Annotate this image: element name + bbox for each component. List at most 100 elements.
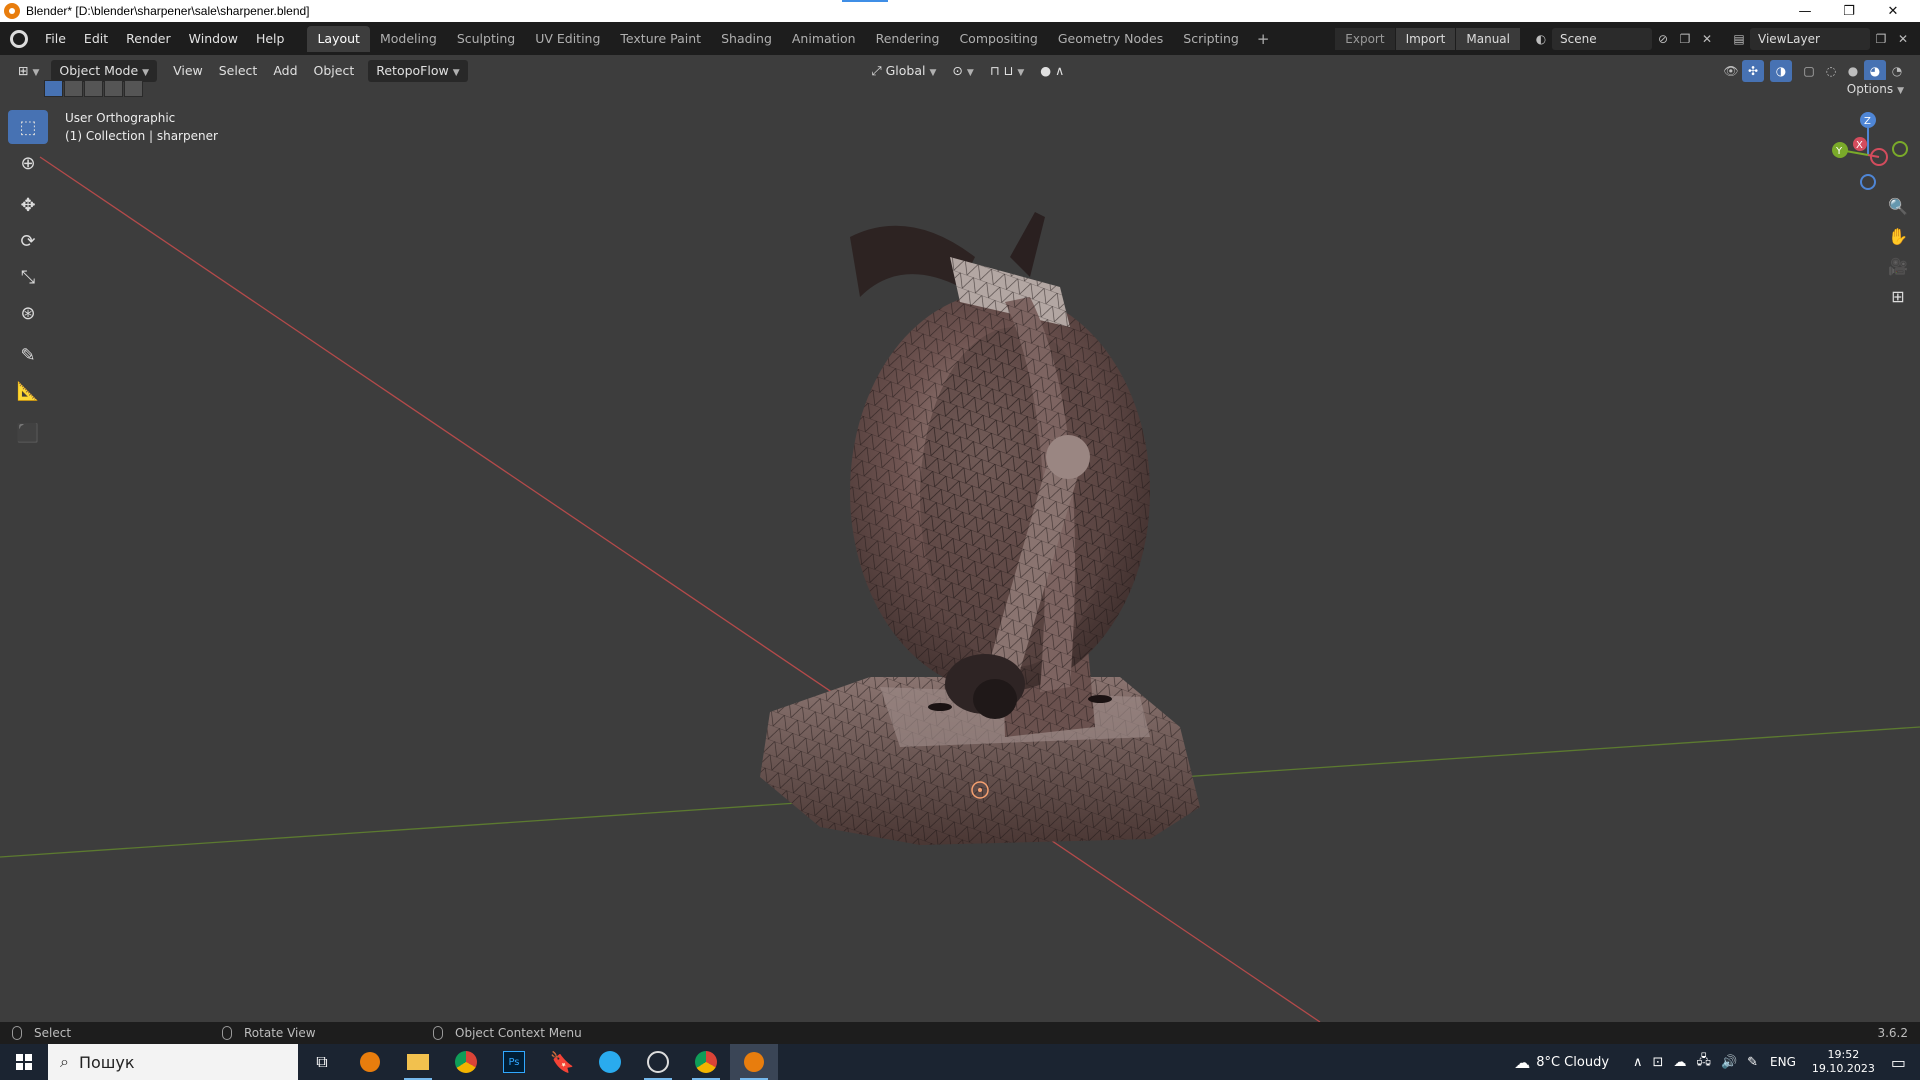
cursor-icon[interactable]: ⊕ [8,146,48,180]
steam-icon[interactable] [634,1044,682,1080]
gizmo-neg-y-icon[interactable] [1892,141,1908,157]
editor-type-icon[interactable]: ⊞ ▼ [10,60,47,82]
retopoflow-menu[interactable]: RetopoFlow ▼ [368,60,468,82]
menu-select[interactable]: Select [211,60,266,82]
sharpener-model[interactable] [760,212,1200,845]
material-shading-icon[interactable]: ◕ [1864,60,1886,82]
overlay-toggle-icon[interactable]: ◑ [1770,60,1792,82]
tab-compositing[interactable]: Compositing [949,26,1047,52]
mode-label: Object Mode [59,63,139,78]
menu-file[interactable]: File [36,22,75,55]
move-icon[interactable]: ✥ [8,188,48,222]
annotate-icon[interactable]: ✎ [8,338,48,372]
visibility-icon[interactable]: 👁 [1720,60,1742,82]
options-dropdown[interactable]: Options ▼ [1840,80,1910,98]
chrome-icon[interactable] [442,1044,490,1080]
viewlayer-field[interactable]: ViewLayer [1750,27,1870,50]
select-subtract-icon[interactable] [84,80,103,97]
select-box-icon[interactable]: ⬚ [8,110,48,144]
pivot-icon[interactable]: ⊙ ▼ [944,60,981,82]
task-view-icon[interactable]: ⧉ [298,1044,346,1080]
pen-icon[interactable]: ✎ [1747,1055,1758,1070]
menu-window[interactable]: Window [180,22,247,55]
file-explorer-icon[interactable] [394,1044,442,1080]
tab-scripting[interactable]: Scripting [1173,26,1249,52]
select-intersect-icon[interactable] [124,80,143,97]
pan-hand-icon[interactable]: ✋ [1884,222,1912,250]
language-indicator[interactable]: ENG [1770,1055,1796,1069]
tray-apps-icon[interactable]: ⊡ [1653,1055,1664,1070]
menu-add[interactable]: Add [265,60,305,82]
close-button[interactable]: ✕ [1870,0,1916,22]
select-extend-icon[interactable] [64,80,83,97]
pin-icon[interactable]: ⊘ [1652,28,1674,50]
clock[interactable]: 19:52 19.10.2023 [1812,1048,1875,1076]
select-invert-icon[interactable] [104,80,123,97]
tab-layout[interactable]: Layout [307,25,370,52]
new-scene-icon[interactable]: ❐ [1674,28,1696,50]
onedrive-icon[interactable]: ☁ [1673,1055,1686,1070]
bookmark-app-icon[interactable]: 🔖 [538,1044,586,1080]
add-workspace-icon[interactable]: + [1249,30,1278,48]
taskbar-search[interactable]: ⌕ Пошук [48,1044,298,1080]
scale-icon[interactable]: ⤡ [8,260,48,294]
tab-rendering[interactable]: Rendering [866,26,950,52]
photoshop-icon[interactable]: Ps [490,1044,538,1080]
camera-view-icon[interactable]: 🎥 [1884,252,1912,280]
orientation-selector[interactable]: ⤢ Global ▼ [864,60,945,82]
mode-selector[interactable]: Object Mode ▼ [51,60,158,82]
tab-sculpting[interactable]: Sculpting [447,26,525,52]
transform-icon[interactable]: ⊛ [8,296,48,330]
tab-texture-paint[interactable]: Texture Paint [610,26,711,52]
menu-edit[interactable]: Edit [75,22,117,55]
notifications-icon[interactable]: ▭ [1891,1053,1906,1072]
tab-shading[interactable]: Shading [711,26,782,52]
xray-icon[interactable]: ▢ [1798,60,1820,82]
gizmo-neg-z-icon[interactable] [1860,174,1876,190]
blender-taskbar-icon[interactable] [346,1044,394,1080]
volume-icon[interactable]: 🔊 [1721,1055,1737,1070]
delete-scene-icon[interactable]: ✕ [1696,28,1718,50]
blender-active-icon[interactable] [730,1044,778,1080]
blender-logo-icon[interactable] [10,29,28,48]
menu-view[interactable]: View [165,60,211,82]
measure-icon[interactable]: 📐 [8,374,48,408]
snap-icon[interactable]: ⊓ ⊔ ▼ [982,60,1032,82]
viewlayer-icon[interactable]: ▤ [1728,28,1750,50]
export-button[interactable]: Export [1335,27,1395,50]
rendered-shading-icon[interactable]: ◔ [1886,60,1908,82]
zoom-icon[interactable]: 🔍 [1884,192,1912,220]
chrome-profile-icon[interactable] [682,1044,730,1080]
add-cube-icon[interactable]: ⬛ [8,416,48,450]
manual-button[interactable]: Manual [1456,27,1520,50]
network-icon[interactable]: 🖧 [1696,1051,1711,1073]
restore-button[interactable]: ❐ [1826,0,1872,22]
solid-shading-icon[interactable]: ● [1842,60,1864,82]
menu-object[interactable]: Object [306,60,363,82]
new-viewlayer-icon[interactable]: ❐ [1870,28,1892,50]
start-button[interactable] [0,1044,48,1080]
navigation-gizmo[interactable]: Z Y X [1832,112,1908,190]
rotate-icon[interactable]: ⟳ [8,224,48,258]
tab-modeling[interactable]: Modeling [370,26,447,52]
telegram-icon[interactable] [586,1044,634,1080]
tab-animation[interactable]: Animation [782,26,866,52]
menu-help[interactable]: Help [247,22,294,55]
weather-icon[interactable]: ☁ [1514,1053,1530,1072]
select-new-icon[interactable] [44,80,63,97]
import-button[interactable]: Import [1395,27,1456,50]
wireframe-shading-icon[interactable]: ◌ [1820,60,1842,82]
3d-viewport[interactable]: Z Y X User Orthographic (1) Collection |… [0,87,1920,1022]
tab-uv-editing[interactable]: UV Editing [525,26,610,52]
minimize-button[interactable]: — [1782,0,1828,22]
scene-icon[interactable]: ◐ [1530,28,1552,50]
gizmo-toggle-icon[interactable]: ✣ [1742,60,1764,82]
delete-viewlayer-icon[interactable]: ✕ [1892,28,1914,50]
tab-geometry-nodes[interactable]: Geometry Nodes [1048,26,1173,52]
menu-render[interactable]: Render [117,22,180,55]
ortho-grid-icon[interactable]: ⊞ [1884,282,1912,310]
tray-chevron-icon[interactable]: ∧ [1633,1055,1643,1070]
weather-label[interactable]: 8°C Cloudy [1536,1055,1609,1070]
proportional-edit-icon[interactable]: ● ∧ [1032,60,1072,82]
scene-field[interactable]: Scene [1552,27,1652,50]
